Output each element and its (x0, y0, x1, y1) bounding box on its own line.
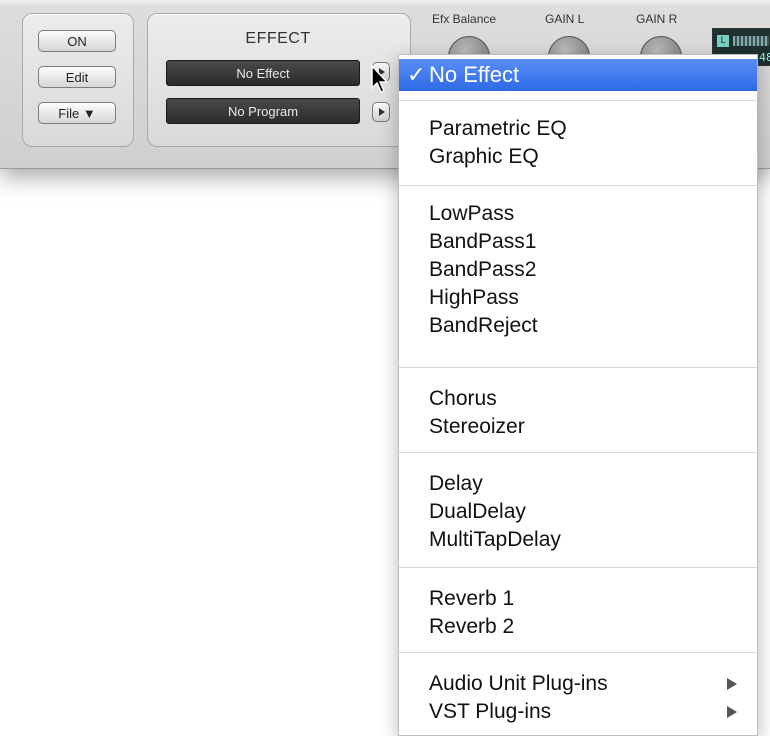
mouse-cursor-icon (371, 64, 389, 93)
menu-item-lowpass[interactable]: LowPass (429, 200, 514, 228)
effect-selector[interactable]: No Effect (166, 60, 360, 86)
menu-item-dualdelay[interactable]: DualDelay (429, 498, 526, 526)
menu-separator (399, 367, 757, 368)
menu-item-bandpass2[interactable]: BandPass2 (429, 256, 536, 284)
efx-balance-label: Efx Balance (432, 12, 497, 26)
menu-separator (399, 100, 757, 101)
menu-separator (399, 452, 757, 453)
checkmark-icon: ✓ (407, 62, 426, 87)
gain-l-label: GAIN L (545, 12, 585, 26)
gain-r-label: GAIN R (636, 12, 678, 26)
effect-dropdown-menu: ✓ No Effect Parametric EQ Graphic EQ LowPa… (398, 54, 758, 736)
menu-separator (399, 652, 757, 653)
menu-item-label: No Effect (429, 62, 520, 87)
menu-item-no-effect[interactable]: ✓ No Effect (399, 59, 757, 91)
menu-item-parametric-eq[interactable]: Parametric EQ (429, 115, 567, 143)
effect-title: EFFECT (245, 30, 311, 47)
menu-item-bandpass1[interactable]: BandPass1 (429, 228, 536, 256)
menu-item-vst-plug-ins[interactable]: VST Plug-ins (429, 698, 551, 726)
menu-item-multitapdelay[interactable]: MultiTapDelay (429, 526, 561, 554)
meter-channel-label: L (717, 35, 729, 47)
menu-item-bandreject[interactable]: BandReject (429, 312, 538, 340)
program-selector[interactable]: No Program (166, 98, 360, 124)
meter-bars (733, 36, 769, 46)
menu-item-highpass[interactable]: HighPass (429, 284, 519, 312)
file-button[interactable]: File ▼ (38, 102, 116, 124)
program-menu-arrow-button[interactable] (372, 102, 390, 122)
submenu-arrow-icon (727, 706, 737, 718)
menu-item-delay[interactable]: Delay (429, 470, 483, 498)
submenu-arrow-icon (727, 678, 737, 690)
meter-value: 48 (759, 51, 770, 64)
menu-item-audio-unit-plug-ins[interactable]: Audio Unit Plug-ins (429, 670, 608, 698)
menu-item-reverb-1[interactable]: Reverb 1 (429, 585, 514, 613)
menu-separator (399, 185, 757, 186)
menu-item-chorus[interactable]: Chorus (429, 385, 497, 413)
edit-button[interactable]: Edit (38, 66, 116, 88)
on-button[interactable]: ON (38, 30, 116, 52)
menu-item-graphic-eq[interactable]: Graphic EQ (429, 143, 539, 171)
menu-separator (399, 567, 757, 568)
menu-item-stereoizer[interactable]: Stereoizer (429, 413, 525, 441)
plugin-top-edge (0, 0, 770, 8)
menu-item-reverb-2[interactable]: Reverb 2 (429, 613, 514, 641)
